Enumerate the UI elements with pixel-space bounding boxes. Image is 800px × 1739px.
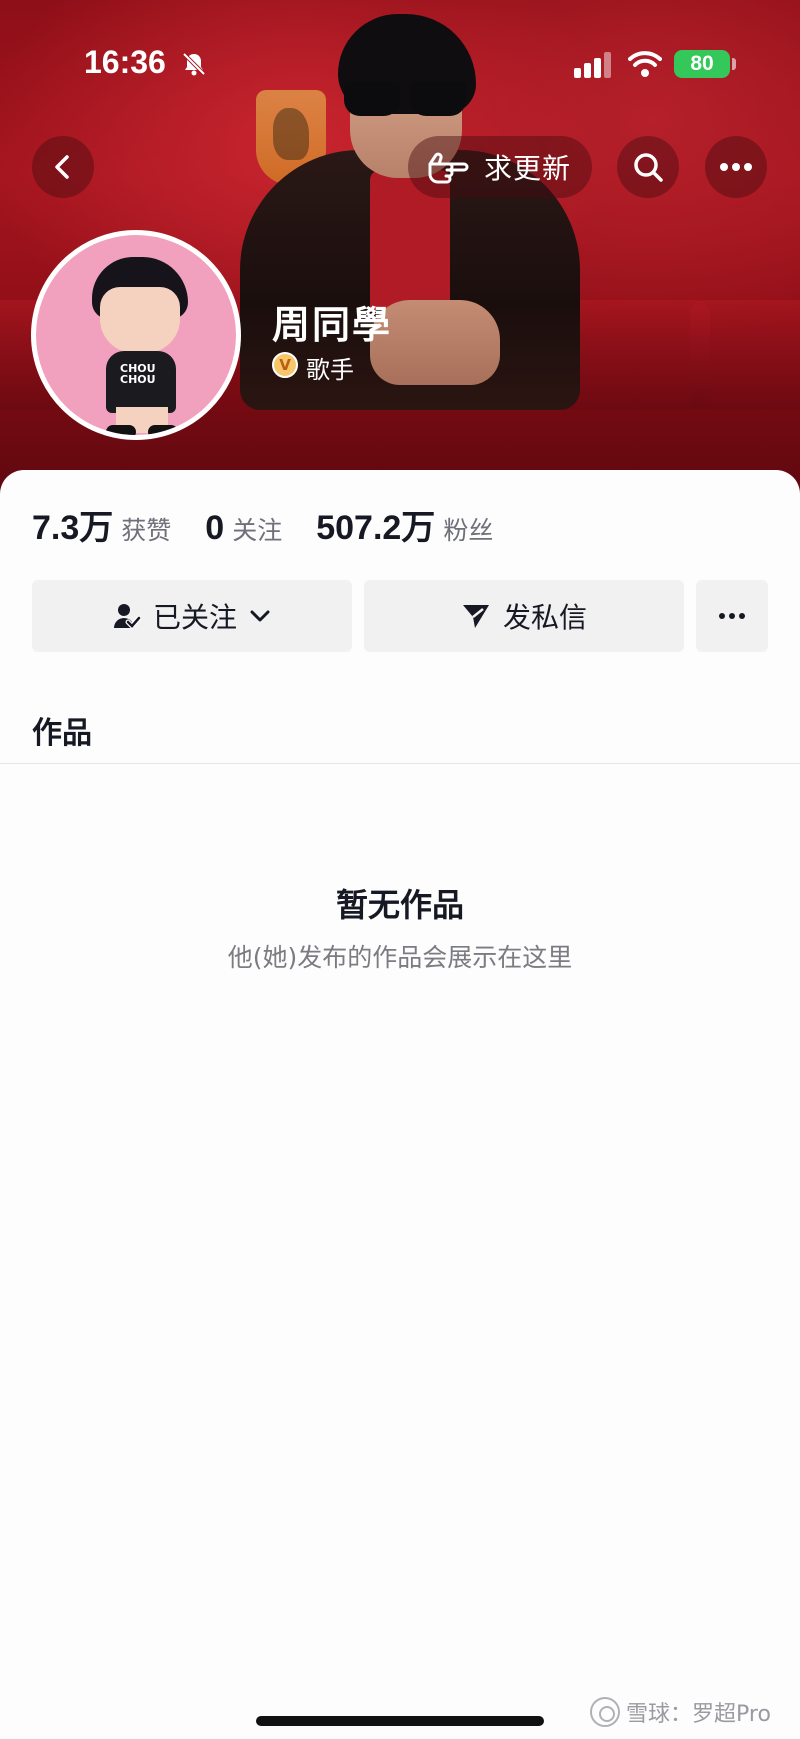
user-check-icon	[113, 604, 141, 630]
request-update-label: 求更新	[484, 152, 572, 185]
tab-works[interactable]: 作品	[32, 708, 92, 752]
following-count[interactable]: 0	[205, 509, 224, 548]
search-icon	[634, 153, 663, 182]
following-label[interactable]: 关注	[232, 511, 282, 547]
status-time: 16:36	[84, 44, 166, 80]
wifi-icon	[628, 51, 662, 77]
home-indicator[interactable]	[256, 1716, 544, 1726]
status-bar: 16:36 80	[0, 0, 800, 130]
chevron-down-icon	[250, 610, 270, 622]
bell-off-icon	[182, 52, 206, 76]
empty-state-title: 暂无作品	[335, 886, 464, 924]
send-icon	[462, 605, 489, 628]
more-icon	[719, 613, 745, 619]
hand-point-icon	[428, 152, 469, 184]
back-icon	[55, 155, 69, 179]
battery-tip	[732, 58, 736, 70]
likes-label: 获赞	[121, 516, 172, 545]
signal-icon	[574, 52, 611, 78]
likes-count: 7.3万	[32, 509, 114, 547]
avatar-figure-shoe	[106, 425, 136, 435]
avatar[interactable]: CHOU CHOU	[31, 230, 241, 440]
watermark: 雪球：罗超Pro	[590, 1696, 771, 1728]
more-options-button[interactable]	[705, 136, 767, 198]
send-message-button[interactable]: 发私信	[364, 580, 684, 652]
avatar-figure-face	[100, 287, 180, 353]
verified-icon: V	[272, 352, 298, 378]
profile-stats: 7.3万 获赞 0 关注 507.2万 粉丝	[32, 500, 527, 549]
tab-divider	[0, 763, 800, 764]
followers-label[interactable]: 粉丝	[443, 511, 493, 547]
empty-state-subtitle: 他(她)发布的作品会展示在这里	[227, 943, 573, 972]
send-message-label: 发私信	[502, 601, 587, 634]
following-button-label: 已关注	[152, 601, 237, 634]
profile-content-card: 7.3万 获赞 0 关注 507.2万 粉丝 已关注 发私信 作品 暂无作品 他…	[0, 470, 800, 1739]
request-update-button[interactable]: 求更新	[408, 136, 592, 198]
battery-icon: 80	[674, 50, 730, 78]
profile-role: 歌手	[306, 356, 354, 384]
watermark-text: 雪球：罗超Pro	[626, 1702, 771, 1727]
following-button[interactable]: 已关注	[32, 580, 352, 652]
followers-count[interactable]: 507.2万	[316, 500, 435, 549]
profile-name: 周同學	[272, 303, 393, 347]
search-button[interactable]	[617, 136, 679, 198]
more-icon	[720, 163, 752, 171]
back-button[interactable]	[32, 136, 94, 198]
avatar-shirt-text: CHOU CHOU	[120, 362, 156, 386]
snowball-logo-icon	[590, 1697, 620, 1727]
more-actions-button[interactable]	[696, 580, 768, 652]
